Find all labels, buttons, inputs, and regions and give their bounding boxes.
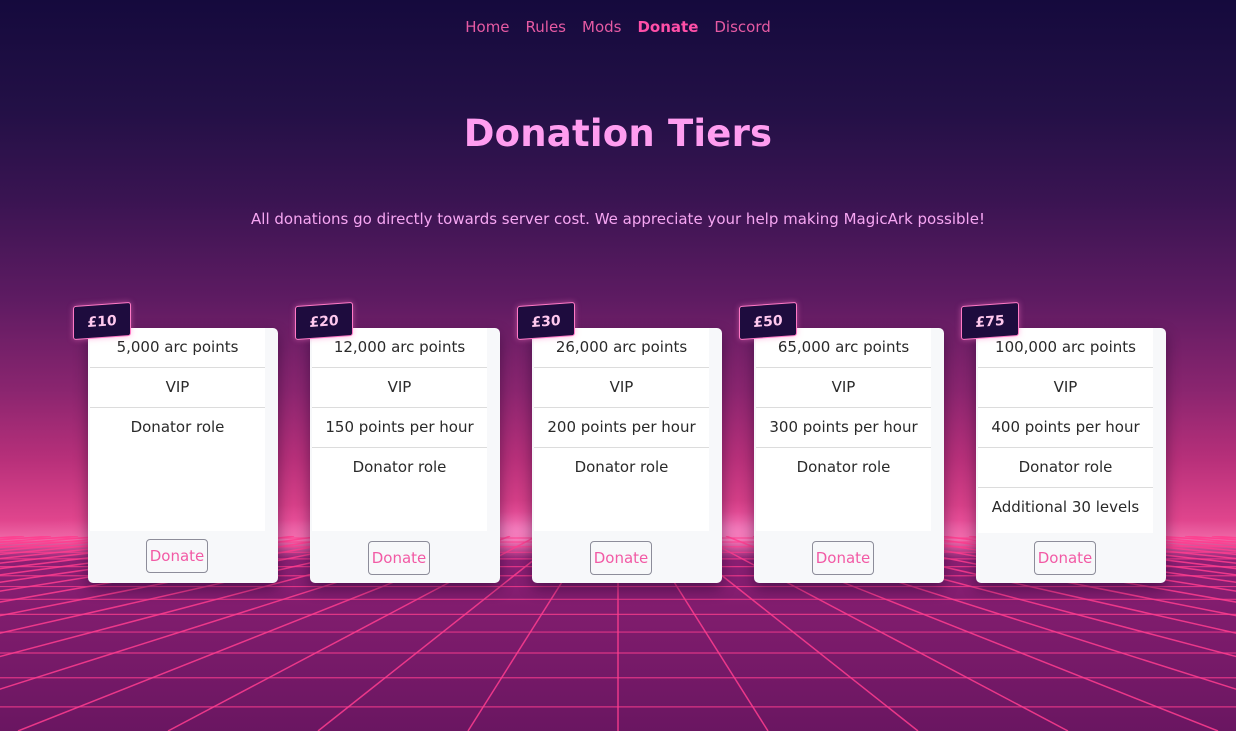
nav-rules[interactable]: Rules [526, 18, 566, 36]
price-badge: £20 [295, 301, 353, 341]
price-badge: £30 [517, 301, 575, 341]
perk-item: Donator role [574, 458, 669, 476]
page-subtitle: All donations go directly towards server… [251, 210, 985, 228]
nav-donate[interactable]: Donate [637, 18, 698, 36]
price-badge: £10 [73, 301, 131, 341]
perk-item: VIP [756, 367, 931, 408]
perk-list: 26,000 arc points VIP 200 points per hou… [534, 328, 709, 531]
perk-item: VIP [978, 367, 1153, 408]
perk-list: 5,000 arc points VIP Donator role [90, 328, 265, 531]
donate-button[interactable]: Donate [368, 541, 430, 575]
tier-card-20: 12,000 arc points VIP 150 points per hou… [295, 301, 500, 583]
tier-card-75: 100,000 arc points VIP 400 points per ho… [961, 301, 1166, 583]
perk-item: Donator role [130, 418, 225, 436]
perk-item: Donator role [352, 458, 447, 476]
perk-item: Donator role [796, 458, 891, 476]
perk-item: VIP [90, 367, 265, 408]
tier-card-30: 26,000 arc points VIP 200 points per hou… [517, 301, 722, 583]
nav-mods[interactable]: Mods [582, 18, 621, 36]
perk-item: VIP [534, 367, 709, 408]
perk-list: 100,000 arc points VIP 400 points per ho… [978, 328, 1153, 533]
donate-button[interactable]: Donate [590, 541, 652, 575]
price-badge: £50 [739, 301, 797, 341]
donate-button[interactable]: Donate [1034, 541, 1096, 575]
page-title: Donation Tiers [463, 112, 773, 155]
perk-list: 65,000 arc points VIP 300 points per hou… [756, 328, 931, 531]
perk-item: 400 points per hour [978, 407, 1153, 448]
tier-card-50: 65,000 arc points VIP 300 points per hou… [739, 301, 944, 583]
donate-button[interactable]: Donate [812, 541, 874, 575]
perk-item: VIP [312, 367, 487, 408]
nav-discord[interactable]: Discord [714, 18, 770, 36]
perk-list: 12,000 arc points VIP 150 points per hou… [312, 328, 487, 531]
tier-card-10: 5,000 arc points VIP Donator role £10 Do… [73, 301, 278, 583]
perk-item: 150 points per hour [312, 407, 487, 448]
donate-button[interactable]: Donate [146, 539, 208, 573]
top-nav: Home Rules Mods Donate Discord [0, 18, 1236, 36]
price-badge: £75 [961, 301, 1019, 341]
perk-item: 300 points per hour [756, 407, 931, 448]
nav-home[interactable]: Home [465, 18, 509, 36]
perk-item: Additional 30 levels [991, 498, 1140, 516]
perk-item: Donator role [978, 447, 1153, 488]
perk-item: 200 points per hour [534, 407, 709, 448]
